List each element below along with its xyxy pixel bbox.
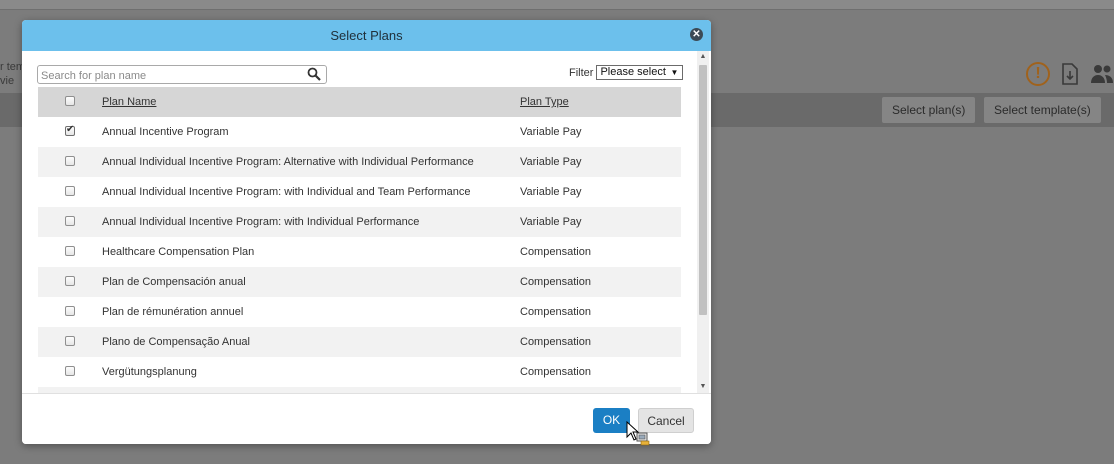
table-scrollbar[interactable]: ▲ ▼ bbox=[697, 51, 709, 393]
row-checkbox[interactable] bbox=[65, 306, 75, 316]
plan-type: Variable Pay bbox=[520, 216, 582, 228]
row-checkbox[interactable] bbox=[65, 186, 75, 196]
dialog-footer: OK Cancel bbox=[22, 393, 711, 444]
table-row[interactable]: Annual Individual Incentive Program: Alt… bbox=[38, 147, 681, 177]
search-box bbox=[37, 65, 327, 85]
dialog-header: Select Plans ✕ bbox=[22, 20, 711, 51]
table-row[interactable]: Annual Incentive Program Variable Pay bbox=[38, 117, 681, 147]
chevron-down-icon: ▼ bbox=[670, 68, 679, 77]
row-checkbox[interactable] bbox=[65, 156, 75, 166]
plan-name: Annual Incentive Program bbox=[102, 126, 229, 138]
filter-control: Filter Please select ▼ bbox=[569, 65, 684, 80]
table-row[interactable]: Healthcare Compensation Plan Compensatio… bbox=[38, 237, 681, 267]
plan-type: Variable Pay bbox=[520, 186, 582, 198]
column-header-plan-name[interactable]: Plan Name bbox=[102, 96, 156, 108]
filter-label: Filter bbox=[569, 66, 594, 79]
plans-table: Plan Name Plan Type Annual Incentive Pro… bbox=[38, 87, 681, 393]
filter-select[interactable]: Please select ▼ bbox=[596, 65, 684, 80]
table-row[interactable]: Annual Individual Incentive Program: wit… bbox=[38, 207, 681, 237]
plan-type: Compensation bbox=[520, 336, 591, 348]
background-toolbar-icons: ! bbox=[1026, 62, 1114, 86]
plan-type: Variable Pay bbox=[520, 126, 582, 138]
plan-type: Compensation bbox=[520, 246, 591, 258]
dialog-title: Select Plans bbox=[330, 28, 403, 43]
plan-name: Annual Individual Incentive Program: Alt… bbox=[102, 156, 474, 168]
select-all-checkbox[interactable] bbox=[65, 96, 75, 106]
filter-selected-value: Please select bbox=[600, 66, 666, 78]
search-input[interactable] bbox=[38, 67, 298, 85]
mouse-cursor-icon bbox=[626, 421, 650, 446]
row-checkbox[interactable] bbox=[65, 336, 75, 346]
app-top-bar bbox=[0, 0, 1114, 10]
row-checkbox[interactable] bbox=[65, 216, 75, 226]
scrollbar-thumb[interactable] bbox=[699, 65, 707, 315]
table-row[interactable]: Plan de Compensación anual Compensation bbox=[38, 267, 681, 297]
plan-type: Compensation bbox=[520, 276, 591, 288]
plan-name: Healthcare Compensation Plan bbox=[102, 246, 255, 258]
scroll-down-icon[interactable]: ▼ bbox=[697, 381, 709, 393]
row-checkbox[interactable] bbox=[65, 124, 75, 136]
plan-name: Vergütungsplanung bbox=[102, 366, 197, 378]
plan-type: Variable Pay bbox=[520, 156, 582, 168]
row-checkbox[interactable] bbox=[65, 366, 75, 376]
plan-name: Plano de Compensação Anual bbox=[102, 336, 250, 348]
column-header-plan-type[interactable]: Plan Type bbox=[520, 96, 569, 108]
ok-button[interactable]: OK bbox=[593, 408, 630, 433]
table-row[interactable]: Vergütungsplanung Compensation bbox=[38, 357, 681, 387]
select-templates-button[interactable]: Select template(s) bbox=[984, 97, 1101, 123]
users-icon[interactable] bbox=[1090, 62, 1114, 86]
close-icon[interactable]: ✕ bbox=[690, 28, 703, 41]
table-row[interactable]: Plan de rémunération annuel Compensation bbox=[38, 297, 681, 327]
select-plans-dialog: Select Plans ✕ Filter Please select ▼ Pl… bbox=[22, 20, 711, 444]
table-row[interactable]: Plano de Compensação Anual Compensation bbox=[38, 327, 681, 357]
download-document-icon[interactable] bbox=[1058, 62, 1082, 86]
table-header: Plan Name Plan Type bbox=[38, 87, 681, 117]
row-checkbox[interactable] bbox=[65, 246, 75, 256]
plan-type: Compensation bbox=[520, 306, 591, 318]
scroll-up-icon[interactable]: ▲ bbox=[697, 51, 709, 63]
search-icon[interactable] bbox=[307, 67, 321, 81]
plan-name: Annual Individual Incentive Program: wit… bbox=[102, 186, 471, 198]
select-plans-button[interactable]: Select plan(s) bbox=[882, 97, 976, 123]
alert-icon[interactable]: ! bbox=[1026, 62, 1050, 86]
row-checkbox[interactable] bbox=[65, 276, 75, 286]
plan-type: Compensation bbox=[520, 366, 591, 378]
plan-name: Plan de Compensación anual bbox=[102, 276, 246, 288]
table-row[interactable]: Annual Individual Incentive Program: wit… bbox=[38, 177, 681, 207]
plan-name: Annual Individual Incentive Program: wit… bbox=[102, 216, 420, 228]
plan-name: Plan de rémunération annuel bbox=[102, 306, 244, 318]
